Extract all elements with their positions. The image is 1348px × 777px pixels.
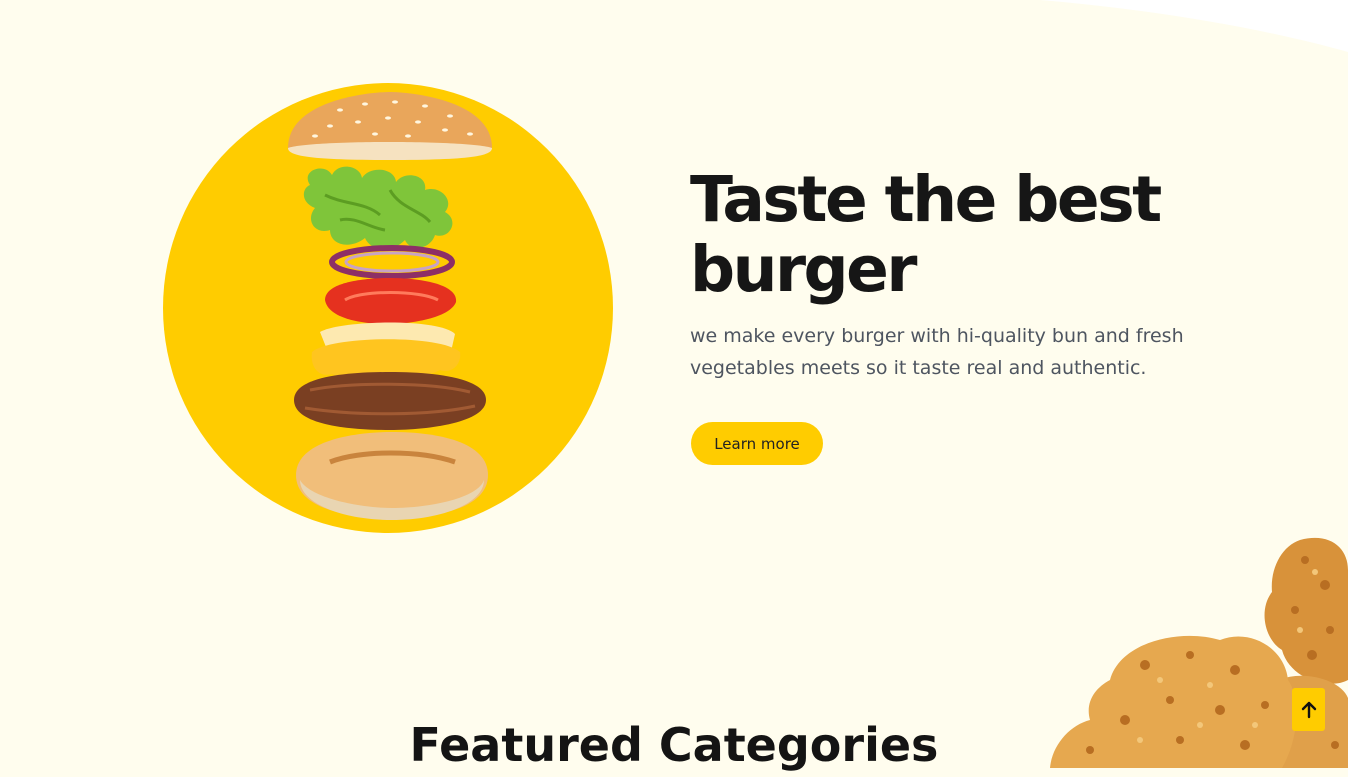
burger-image <box>288 92 492 520</box>
scroll-to-top-button[interactable] <box>1292 688 1325 731</box>
arrow-up-icon <box>1301 701 1316 718</box>
beef-patty <box>294 372 486 430</box>
corner-swoosh <box>1040 0 1348 52</box>
hero-title: Taste the best burger <box>690 163 1162 306</box>
lettuce <box>303 166 453 250</box>
learn-more-button[interactable]: Learn more <box>691 422 823 465</box>
hero-description: we make every burger with hi-quality bun… <box>690 325 1184 379</box>
fried-chicken-image <box>1050 537 1348 768</box>
tomato-slice <box>325 278 457 324</box>
